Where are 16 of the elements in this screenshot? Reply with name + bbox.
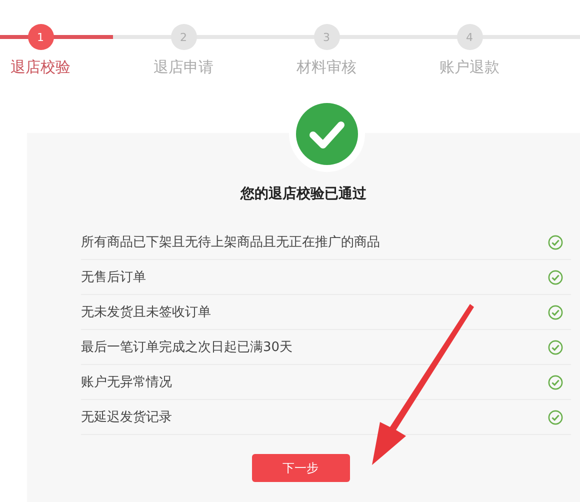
check-item-text: 无售后订单	[81, 269, 146, 286]
check-item-text: 最后一笔订单完成之次日起已满30天	[81, 339, 293, 356]
check-item-text: 无延迟发货记录	[81, 409, 172, 426]
step-number: 3	[314, 24, 340, 50]
check-item-text: 无未发货且未签收订单	[81, 304, 211, 321]
step-number: 2	[170, 24, 196, 50]
result-title: 您的退店校验已通过	[240, 185, 366, 203]
next-step-button[interactable]: 下一步	[252, 454, 350, 482]
step-label: 退店申请	[154, 58, 214, 77]
step-label: 退店校验	[10, 58, 70, 77]
step-number: 4	[456, 24, 482, 50]
step-label: 账户退款	[440, 58, 500, 77]
step-number: 1	[28, 24, 54, 50]
check-item-text: 账户无异常情况	[81, 374, 172, 391]
check-item-text: 所有商品已下架且无待上架商品且无正在推广的商品	[81, 234, 380, 251]
step-label: 材料审核	[296, 58, 356, 77]
